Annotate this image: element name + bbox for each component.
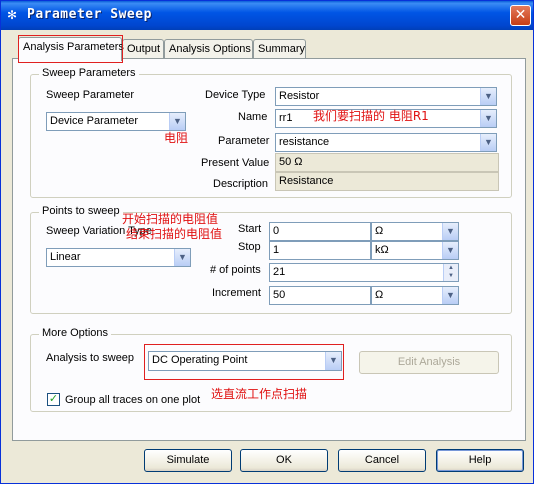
selected-value: Ω: [375, 289, 384, 301]
field-value: Resistance: [279, 175, 334, 187]
chevron-down-icon[interactable]: ▼: [480, 134, 496, 151]
increment-input[interactable]: 50: [269, 286, 371, 305]
title-bar[interactable]: ✻ Parameter Sweep ✕: [1, 1, 533, 30]
field-value: 21: [273, 266, 286, 278]
parameter-label: Parameter: [218, 135, 270, 147]
field-value: 50: [273, 289, 286, 301]
button-label: Edit Analysis: [397, 356, 461, 368]
field-value: 50 Ω: [279, 156, 303, 168]
chevron-down-icon[interactable]: ▼: [480, 88, 496, 105]
tab-label: Output: [127, 43, 161, 55]
group-traces-checkbox[interactable]: ✓: [47, 393, 60, 406]
field-value: 0: [273, 225, 280, 237]
chevron-down-icon[interactable]: ▼: [174, 249, 190, 266]
cancel-button[interactable]: Cancel: [338, 449, 426, 472]
present-value-field: 50 Ω: [275, 153, 499, 172]
selected-value: Resistor: [279, 90, 320, 102]
spin-buttons[interactable]: ▲ ▼: [443, 264, 458, 281]
field-value: 1: [273, 244, 280, 256]
tab-analysis-options[interactable]: Analysis Options: [164, 39, 253, 59]
description-label: Description: [213, 178, 269, 190]
tab-label: Summary: [258, 43, 306, 55]
parameter-sweep-dialog: ✻ Parameter Sweep ✕ Analysis Parameters …: [0, 0, 534, 484]
tab-summary[interactable]: Summary: [253, 39, 306, 59]
window-title: Parameter Sweep: [27, 7, 152, 22]
chevron-down-icon[interactable]: ▼: [169, 113, 185, 130]
tab-panel: Sweep Parameters Sweep Parameter Device …: [12, 58, 526, 441]
sweep-variation-select[interactable]: Linear ▼: [46, 248, 191, 267]
tab-label: Analysis Options: [169, 43, 251, 55]
group-title: More Options: [39, 327, 112, 339]
ok-button[interactable]: OK: [240, 449, 328, 472]
button-label: Help: [468, 454, 492, 466]
increment-unit-select[interactable]: Ω ▼: [371, 286, 459, 305]
stop-unit-select[interactable]: kΩ ▼: [371, 241, 459, 260]
selected-value: rr1: [279, 112, 293, 124]
tab-label: Analysis Parameters: [23, 41, 124, 53]
checkmark-icon: ✓: [48, 393, 59, 405]
name-label: Name: [238, 111, 268, 123]
spin-up-icon[interactable]: ▲: [444, 264, 458, 272]
annotation-sweep-r1: 我们要扫描的 电阻R1: [313, 109, 429, 123]
tab-analysis-parameters[interactable]: Analysis Parameters: [18, 37, 124, 61]
spin-down-icon[interactable]: ▼: [444, 272, 458, 280]
chevron-down-icon[interactable]: ▼: [325, 352, 341, 370]
selected-value: Ω: [375, 225, 384, 237]
annotation-resistor: 电阻: [164, 131, 189, 145]
description-field: Resistance: [275, 172, 499, 191]
chevron-down-icon[interactable]: ▼: [442, 287, 458, 304]
group-traces-label: Group all traces on one plot: [65, 394, 201, 406]
increment-label: Increment: [212, 287, 261, 299]
button-label: OK: [276, 454, 292, 466]
present-value-label: Present Value: [201, 157, 270, 169]
tab-output[interactable]: Output: [122, 39, 164, 59]
app-icon: ✻: [7, 8, 18, 22]
start-input[interactable]: 0: [269, 222, 371, 241]
device-type-label: Device Type: [205, 89, 266, 101]
parameter-select[interactable]: resistance ▼: [275, 133, 497, 152]
start-unit-select[interactable]: Ω ▼: [371, 222, 459, 241]
selected-value: DC Operating Point: [152, 354, 248, 366]
button-label: Simulate: [166, 454, 210, 466]
sweep-parameter-label: Sweep Parameter: [46, 89, 135, 101]
selected-value: Device Parameter: [50, 115, 139, 127]
chevron-down-icon[interactable]: ▼: [442, 223, 458, 240]
start-label: Start: [238, 223, 262, 235]
close-button[interactable]: ✕: [510, 5, 531, 26]
points-stepper[interactable]: 21 ▲ ▼: [269, 263, 459, 282]
selected-value: kΩ: [375, 244, 389, 256]
annotation-dc-op: 选直流工作点扫描: [211, 387, 308, 401]
analysis-to-sweep-select[interactable]: DC Operating Point ▼: [148, 351, 342, 371]
annotation-end-r: 结束扫描的电阻值: [126, 227, 223, 241]
group-title: Sweep Parameters: [39, 67, 139, 79]
button-label: Cancel: [364, 454, 400, 466]
group-title: Points to sweep: [39, 205, 123, 217]
close-icon: ✕: [514, 7, 527, 23]
chevron-down-icon[interactable]: ▼: [442, 242, 458, 259]
stop-input[interactable]: 1: [269, 241, 371, 260]
selected-value: resistance: [279, 136, 330, 148]
points-label: # of points: [210, 264, 261, 276]
help-button[interactable]: Help: [436, 449, 524, 472]
edit-analysis-button[interactable]: Edit Analysis: [359, 351, 499, 374]
simulate-button[interactable]: Simulate: [144, 449, 232, 472]
selected-value: Linear: [50, 251, 81, 263]
chevron-down-icon[interactable]: ▼: [480, 110, 496, 127]
device-type-select[interactable]: Resistor ▼: [275, 87, 497, 106]
analysis-to-sweep-label: Analysis to sweep: [46, 352, 135, 364]
stop-label: Stop: [238, 241, 261, 253]
